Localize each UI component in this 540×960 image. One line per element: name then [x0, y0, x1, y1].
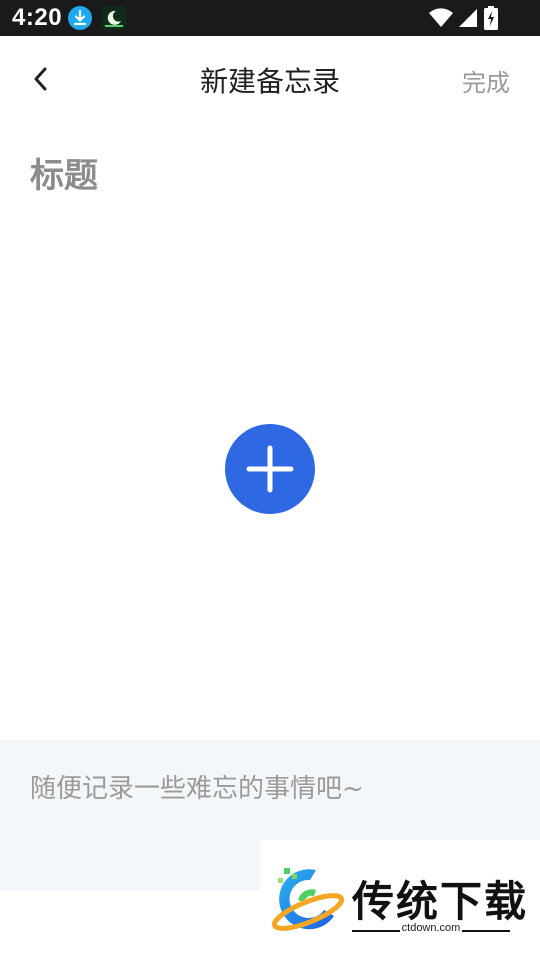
watermark-brand: 传统下载: [352, 877, 529, 926]
done-button[interactable]: 完成: [462, 63, 510, 98]
note-title-input[interactable]: [30, 150, 510, 202]
page-title: 新建备忘录: [199, 65, 340, 98]
signal-icon: [459, 9, 477, 27]
status-bar: 4:20: [0, 0, 540, 36]
app-header: 新建备忘录 完成: [0, 36, 540, 122]
plus-icon: [246, 445, 294, 493]
battery-charging-icon: [484, 6, 498, 30]
watermark-divider-right: [462, 930, 510, 932]
watermark-logo-icon: [271, 868, 345, 931]
watermark-url: ctdown.com: [401, 922, 461, 934]
download-icon: [68, 6, 92, 30]
watermark: 传统下载 ctdown.com: [260, 840, 540, 960]
moon-app-icon: [102, 6, 126, 30]
watermark-divider-left: [352, 930, 400, 932]
status-time: 4:20: [12, 4, 63, 31]
add-button[interactable]: [225, 424, 315, 514]
wifi-icon: [429, 8, 453, 27]
